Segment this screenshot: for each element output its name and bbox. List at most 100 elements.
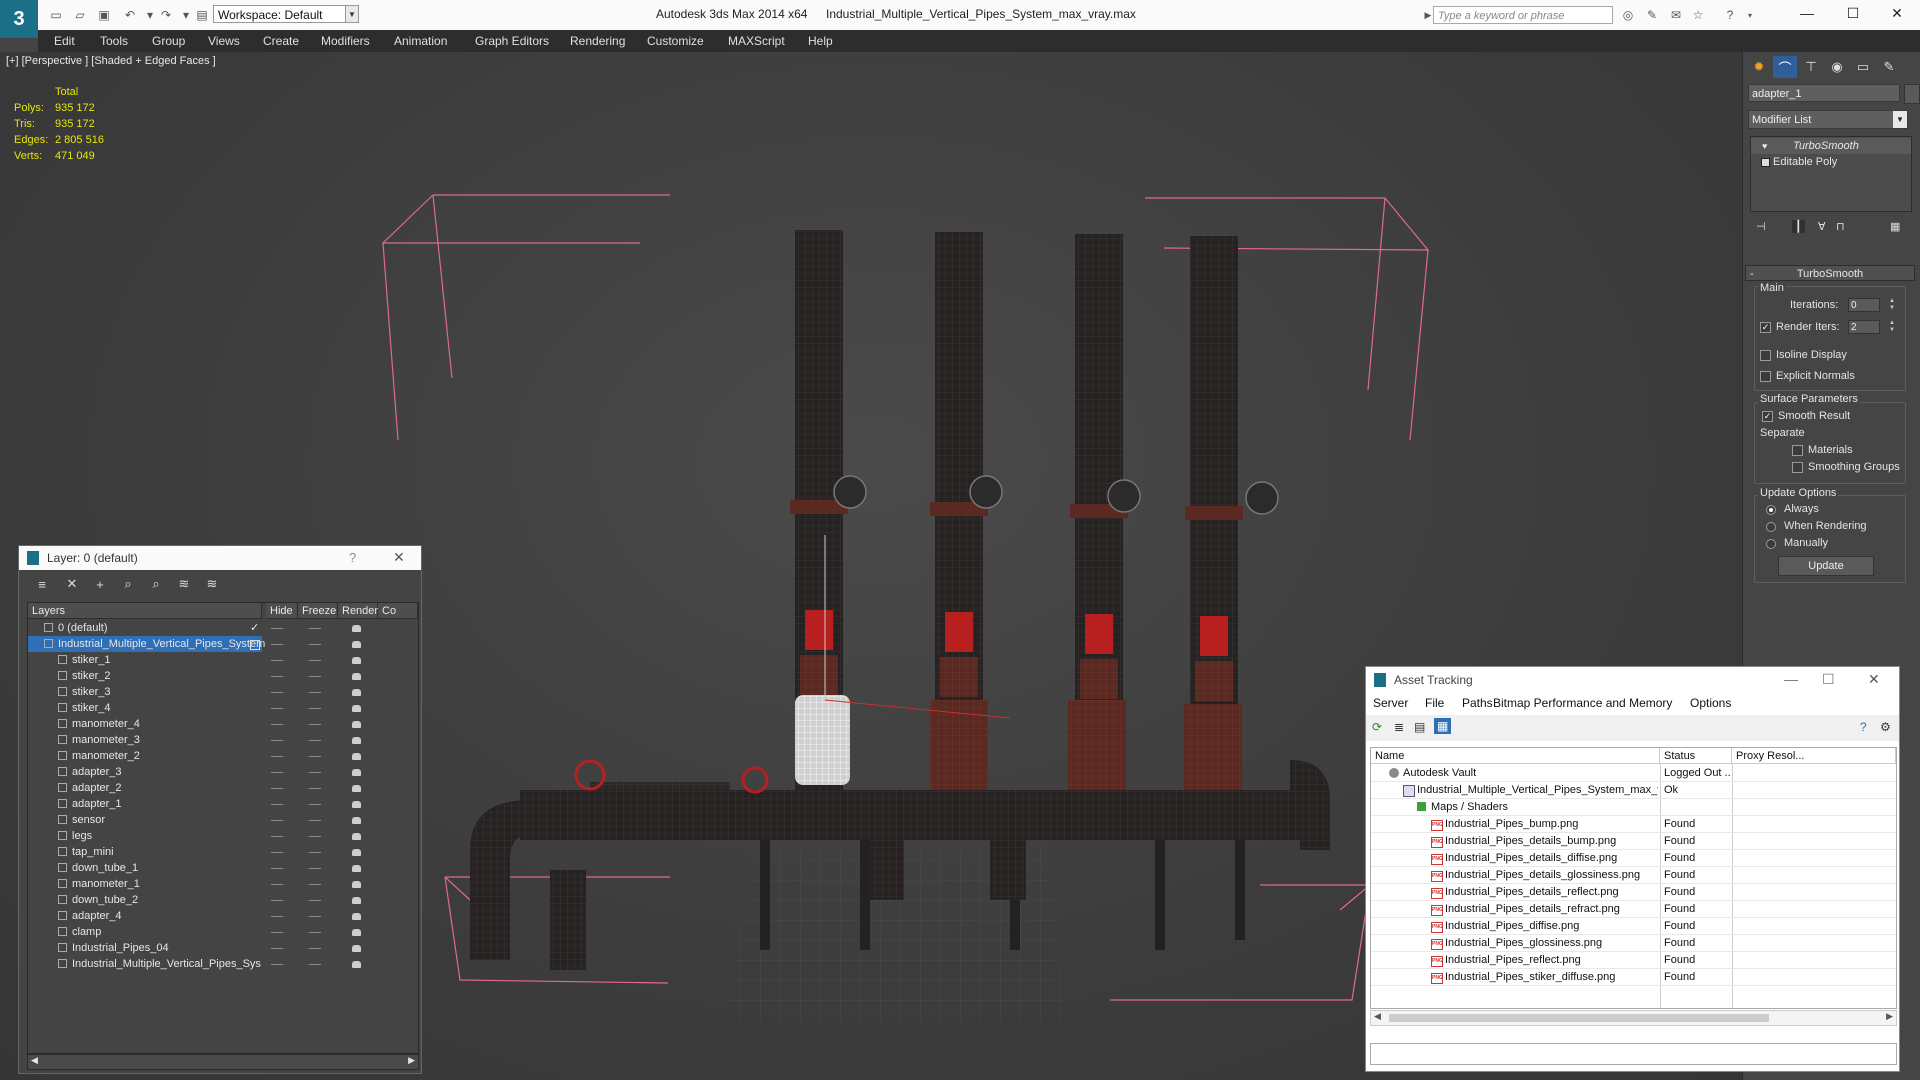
layer-object-row[interactable]: sensor (28, 812, 418, 828)
layer-object-row[interactable]: manometer_3 (28, 732, 418, 748)
help-dropdown-icon[interactable]: ▾ (1742, 7, 1758, 23)
smooth-result-checkbox[interactable]: ✓ (1762, 411, 1773, 422)
layer-object-row[interactable]: stiker_2 (28, 668, 418, 684)
hide-toggle[interactable] (271, 628, 283, 629)
hide-toggle[interactable] (271, 852, 283, 853)
manually-radio[interactable] (1766, 539, 1776, 549)
asset-row[interactable]: Industrial_Multiple_Vertical_Pipes_Syste… (1371, 782, 1896, 799)
stack-item-turbosmooth[interactable]: ♥ TurboSmooth (1751, 138, 1911, 154)
set-current-layer-icon[interactable] (250, 640, 260, 650)
column-status[interactable]: Status (1660, 748, 1732, 764)
smoothing-groups-checkbox[interactable] (1792, 462, 1803, 473)
create-layer-icon[interactable]: ≡ (33, 575, 51, 593)
scrollbar-thumb[interactable] (1389, 1014, 1769, 1022)
turbosmooth-rollout-header[interactable]: - TurboSmooth (1745, 265, 1915, 281)
render-teapot-icon[interactable] (352, 721, 361, 728)
layer-object-row[interactable]: manometer_1 (28, 876, 418, 892)
project-folder-icon[interactable]: ▤ (194, 7, 210, 23)
render-teapot-icon[interactable] (352, 737, 361, 744)
asset-row[interactable]: PNG Industrial_Pipes_details_reflect.png F… (1371, 884, 1896, 901)
layer-row[interactable]: Industrial_Multiple_Vertical_Pipes_Syste… (28, 636, 418, 652)
list-view-icon[interactable]: ≣ (1394, 720, 1404, 734)
hide-toggle[interactable] (271, 756, 283, 757)
freeze-toggle[interactable] (309, 884, 321, 885)
render-teapot-icon[interactable] (352, 881, 361, 888)
hide-toggle[interactable] (271, 932, 283, 933)
hide-toggle[interactable] (271, 708, 283, 709)
configure-sets-icon[interactable]: ▦ (1890, 220, 1900, 233)
menu-create[interactable]: Create (263, 34, 299, 48)
stack-item-editable-poly[interactable]: Editable Poly (1751, 154, 1911, 170)
render-teapot-icon[interactable] (352, 817, 361, 824)
expand-icon[interactable] (1761, 158, 1770, 167)
menu-modifiers[interactable]: Modifiers (321, 34, 370, 48)
freeze-toggle[interactable] (309, 900, 321, 901)
object-name-field[interactable]: adapter_1 (1748, 84, 1900, 102)
layer-object-row[interactable]: tap_mini (28, 844, 418, 860)
layer-object-row[interactable]: Industrial_Pipes_04 (28, 940, 418, 956)
freeze-toggle[interactable] (309, 708, 321, 709)
save-icon[interactable]: ▣ (96, 7, 112, 23)
menu-rendering[interactable]: Rendering (570, 34, 625, 48)
hide-toggle[interactable] (271, 788, 283, 789)
hide-toggle[interactable] (271, 868, 283, 869)
menu-edit[interactable]: Edit (54, 34, 75, 48)
layer-object-row[interactable]: adapter_3 (28, 764, 418, 780)
freeze-toggle[interactable] (309, 628, 321, 629)
undo-icon[interactable]: ↶ (122, 7, 138, 23)
freeze-toggle[interactable] (309, 692, 321, 693)
render-teapot-icon[interactable] (352, 945, 361, 952)
asset-menu-bitmap[interactable]: Bitmap Performance and Memory (1493, 696, 1672, 710)
utilities-tab-icon[interactable]: ✎ (1877, 56, 1901, 78)
layer-object-row[interactable]: stiker_1 (28, 652, 418, 668)
column-hide[interactable]: Hide (266, 603, 298, 619)
hide-toggle[interactable] (271, 772, 283, 773)
asset-path-field[interactable] (1370, 1043, 1897, 1065)
viewport-label[interactable]: [+] [Perspective ] [Shaded + Edged Faces… (6, 55, 216, 67)
current-layer-check-icon[interactable]: ✓ (250, 620, 259, 636)
render-teapot-icon[interactable] (352, 833, 361, 840)
bulb-icon[interactable]: ♥ (1762, 138, 1767, 154)
menu-group[interactable]: Group (152, 34, 185, 48)
hide-toggle[interactable] (271, 804, 283, 805)
table-view-icon[interactable]: ▦ (1434, 718, 1452, 734)
layer-object-row[interactable]: down_tube_1 (28, 860, 418, 876)
close-icon[interactable]: ✕ (393, 549, 405, 566)
hide-toggle[interactable] (271, 884, 283, 885)
hide-toggle[interactable] (271, 740, 283, 741)
render-iters-checkbox[interactable]: ✓ (1760, 322, 1771, 333)
asset-row[interactable]: PNG Industrial_Pipes_reflect.png Found (1371, 952, 1896, 969)
freeze-toggle[interactable] (309, 916, 321, 917)
asset-row[interactable]: Autodesk Vault Logged Out ... (1371, 765, 1896, 782)
hide-toggle[interactable] (271, 660, 283, 661)
layer-row[interactable]: 0 (default) ✓ (28, 620, 418, 636)
render-teapot-icon[interactable] (352, 897, 361, 904)
freeze-toggle[interactable] (309, 644, 321, 645)
menu-graph-editors[interactable]: Graph Editors (475, 34, 549, 48)
explicit-normals-checkbox[interactable] (1760, 371, 1771, 382)
freeze-toggle[interactable] (309, 868, 321, 869)
layer-object-row[interactable]: manometer_2 (28, 748, 418, 764)
render-teapot-icon[interactable] (352, 753, 361, 760)
hide-toggle[interactable] (271, 836, 283, 837)
hide-toggle[interactable] (271, 692, 283, 693)
render-teapot-icon[interactable] (352, 961, 361, 968)
asset-horizontal-scrollbar[interactable]: ◀ ▶ (1370, 1010, 1897, 1026)
asset-row[interactable]: PNG Industrial_Pipes_glossiness.png Found (1371, 935, 1896, 952)
iterations-spinner[interactable]: 0 (1848, 298, 1880, 312)
layer-object-row[interactable]: legs (28, 828, 418, 844)
favorites-icon[interactable]: ☆ (1690, 7, 1706, 23)
hide-toggle[interactable] (271, 916, 283, 917)
modifier-list-dropdown[interactable]: Modifier List (1748, 110, 1908, 129)
menu-tools[interactable]: Tools (100, 34, 128, 48)
freeze-toggle[interactable] (309, 724, 321, 725)
render-iters-spinner[interactable]: 2 (1848, 320, 1880, 334)
asset-row[interactable]: PNG Industrial_Pipes_details_glossiness.p… (1371, 867, 1896, 884)
layer-horizontal-scrollbar[interactable]: ◀ ▶ (27, 1054, 419, 1070)
search-input[interactable]: Type a keyword or phrase (1433, 6, 1613, 24)
always-radio[interactable] (1766, 505, 1776, 515)
column-proxy-resolution[interactable]: Proxy Resol... (1732, 748, 1896, 764)
freeze-toggle[interactable] (309, 852, 321, 853)
layer-object-row[interactable]: clamp (28, 924, 418, 940)
layer-object-row[interactable]: Industrial_Multiple_Vertical_Pipes_Sys (28, 956, 418, 972)
